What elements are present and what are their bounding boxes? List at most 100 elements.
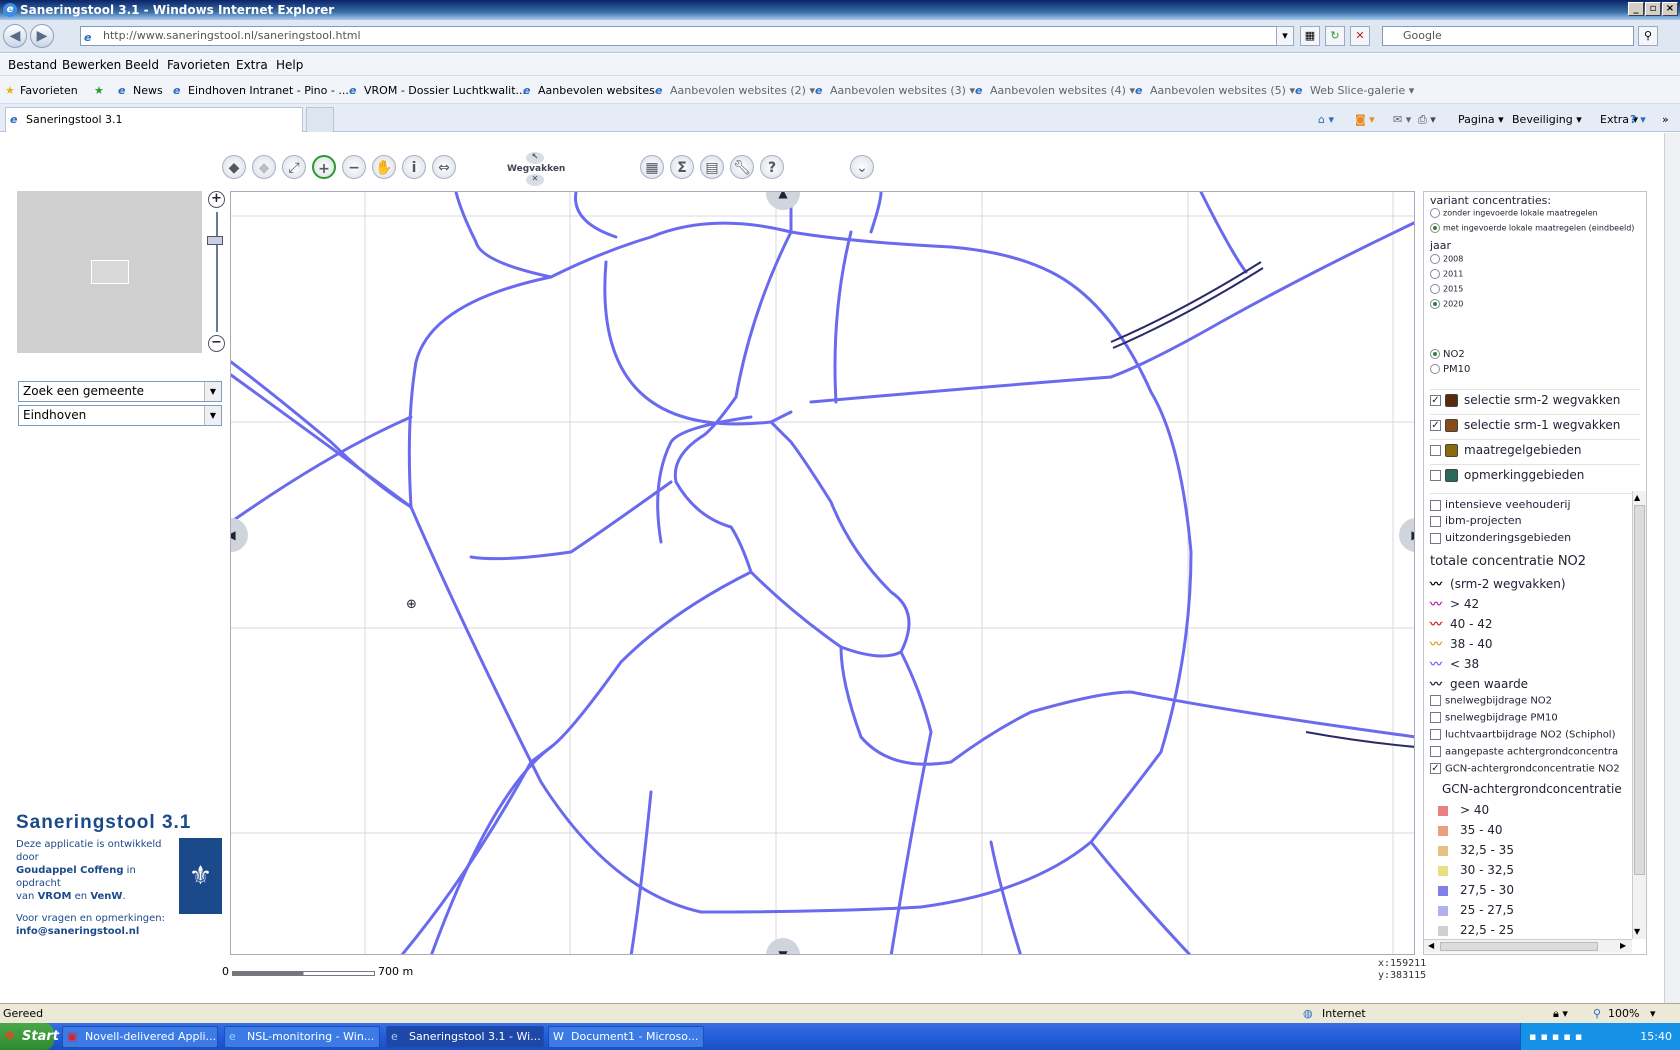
year-2015[interactable]: 2015	[1430, 284, 1463, 294]
fav-item-aanbevolen[interactable]: e Aanbevolen websites	[523, 84, 655, 97]
checkbox-icon[interactable]	[1430, 470, 1441, 481]
zoom-level-icon[interactable]: ⚲	[1593, 1004, 1601, 1023]
task-novell[interactable]: ▣ Novell-delivered Appli...	[62, 1026, 218, 1048]
zoom-minus-button[interactable]: −	[208, 335, 225, 352]
gemeente-select[interactable]: Eindhoven ▼	[18, 405, 222, 426]
table-icon[interactable]: ▦	[640, 155, 664, 179]
checkbox-icon[interactable]	[1430, 712, 1441, 723]
year-2011[interactable]: 2011	[1430, 269, 1463, 279]
fav-item-aanbevolen-2[interactable]: e Aanbevolen websites (2) ▾	[655, 84, 815, 97]
checkbox-checked-icon[interactable]: ✓	[1430, 420, 1441, 431]
fav-item-aanbevolen-5[interactable]: e Aanbevolen websites (5) ▾	[1135, 84, 1295, 97]
menu-beeld[interactable]: Beeld	[125, 58, 159, 72]
radio-selected-icon[interactable]	[1430, 349, 1440, 359]
maximize-button[interactable]: ▫	[1645, 2, 1661, 16]
layer-ibm[interactable]: ibm-projecten	[1430, 514, 1522, 527]
variant-option-zonder[interactable]: zonder ingevoerde lokale maatregelen	[1430, 208, 1598, 218]
minimize-button[interactable]: _	[1628, 2, 1644, 16]
brand-email[interactable]: info@saneringstool.nl	[16, 925, 176, 938]
checkbox-icon[interactable]	[1430, 746, 1441, 757]
page-scrollbar[interactable]	[1664, 133, 1680, 1003]
chevron-down-icon[interactable]: ▼	[204, 406, 221, 425]
layer-snelweg-no2[interactable]: snelwegbijdrage NO2	[1430, 695, 1552, 707]
security-menu[interactable]: Beveiliging ▾	[1512, 113, 1582, 126]
layer-uitzondering[interactable]: uitzonderingsgebieden	[1430, 531, 1571, 544]
menu-help[interactable]: Help	[276, 58, 303, 72]
chevron-down-icon[interactable]: ▼	[204, 382, 221, 401]
stop-icon[interactable]: ✕	[1350, 26, 1370, 46]
task-document[interactable]: W Document1 - Microso...	[548, 1026, 704, 1048]
help-icon[interactable]: ? ▾	[1630, 113, 1646, 126]
menu-bestand[interactable]: Bestand	[8, 58, 57, 72]
address-bar[interactable]: e http://www.saneringstool.nl/saneringst…	[80, 26, 1294, 46]
wrench-icon[interactable]: 🔧︎	[730, 155, 754, 179]
sum-icon[interactable]: Σ	[670, 155, 694, 179]
checkbox-checked-icon[interactable]: ✓	[1430, 763, 1441, 774]
menu-favorieten[interactable]: Favorieten	[167, 58, 230, 72]
collapse-toolbar-icon[interactable]: ⌄	[850, 155, 874, 179]
fav-item-vrom[interactable]: e VROM - Dossier Luchtkwalit...	[349, 84, 526, 97]
search-input[interactable]: Google	[1382, 26, 1634, 46]
checkbox-icon[interactable]	[1430, 695, 1441, 706]
chevron-more-icon[interactable]: »	[1662, 113, 1669, 126]
layer-srm1[interactable]: ✓ selectie srm-1 wegvakken	[1430, 414, 1640, 432]
radio-icon[interactable]	[1430, 364, 1440, 374]
layer-opmerkinggebieden[interactable]: opmerkinggebieden	[1430, 464, 1640, 482]
zoom-slider-thumb[interactable]	[207, 236, 223, 245]
favorites-button[interactable]: ★ Favorieten	[5, 84, 78, 97]
zoom-level[interactable]: 100%	[1608, 1004, 1639, 1023]
fav-item-aanbevolen-3[interactable]: e Aanbevolen websites (3) ▾	[815, 84, 975, 97]
gemeente-search-combo[interactable]: Zoek een gemeente ▼	[18, 381, 222, 402]
menu-bewerken[interactable]: Bewerken	[62, 58, 121, 72]
variant-option-met[interactable]: met ingevoerde lokale maatregelen (eindb…	[1430, 223, 1634, 233]
checkbox-checked-icon[interactable]: ✓	[1430, 395, 1441, 406]
new-tab-button[interactable]	[306, 107, 334, 132]
layer-aangepaste[interactable]: aangepaste achtergrondconcentra	[1430, 746, 1618, 758]
address-dropdown-icon[interactable]: ▾	[1276, 26, 1294, 46]
radio-icon[interactable]	[1430, 284, 1440, 294]
full-extent-icon[interactable]: ⤢	[282, 155, 306, 179]
tray-icons[interactable]: ▪▪▪▪▪	[1529, 1023, 1586, 1050]
task-saneringstool[interactable]: e Saneringstool 3.1 - Wi...	[386, 1026, 544, 1048]
radio-icon[interactable]	[1430, 254, 1440, 264]
pollutant-no2[interactable]: NO2	[1430, 349, 1465, 360]
print-icon[interactable]: ⎙ ▾	[1418, 113, 1436, 127]
radio-icon[interactable]	[1430, 208, 1440, 218]
fav-item-aanbevolen-4[interactable]: e Aanbevolen websites (4) ▾	[975, 84, 1135, 97]
help-question-icon[interactable]: ?	[760, 155, 784, 179]
scroll-down-icon[interactable]: ▼	[1634, 927, 1640, 936]
protected-mode-icon[interactable]: 🔒︎ ▾	[1553, 1004, 1568, 1023]
start-button[interactable]: ❖ Start	[0, 1023, 59, 1050]
compatibility-icon[interactable]: ▦	[1300, 26, 1320, 46]
layer-snelweg-pm10[interactable]: snelwegbijdrage PM10	[1430, 712, 1558, 724]
layer-veehouderij[interactable]: intensieve veehouderij	[1430, 493, 1640, 511]
fav-item-news[interactable]: e News	[118, 84, 163, 97]
checkbox-icon[interactable]	[1430, 445, 1441, 456]
page-menu[interactable]: Pagina ▾	[1458, 113, 1504, 126]
checkbox-icon[interactable]	[1430, 729, 1441, 740]
task-nsl[interactable]: e NSL-monitoring - Win...	[224, 1026, 380, 1048]
radio-selected-icon[interactable]	[1430, 223, 1440, 233]
layer-maatregelgebieden[interactable]: maatregelgebieden	[1430, 439, 1640, 457]
next-extent-icon[interactable]: ◆	[252, 155, 276, 179]
forward-button[interactable]: ▶	[30, 24, 54, 48]
search-icon[interactable]: ⚲	[1638, 26, 1658, 46]
radio-icon[interactable]	[1430, 269, 1440, 279]
radio-selected-icon[interactable]	[1430, 299, 1440, 309]
layer-luchtvaart[interactable]: luchtvaartbijdrage NO2 (Schiphol)	[1430, 729, 1616, 741]
checkbox-icon[interactable]	[1430, 499, 1441, 511]
refresh-icon[interactable]: ↻	[1325, 26, 1345, 46]
scroll-up-icon[interactable]: ▲	[1634, 493, 1640, 502]
zoom-in-icon[interactable]: +	[312, 155, 336, 179]
add-favorite-icon[interactable]: ★	[94, 84, 104, 97]
back-button[interactable]: ◀	[3, 24, 27, 48]
wegvakken-tool[interactable]: ↖ Wegvakken ✕	[507, 152, 565, 190]
home-icon[interactable]: ⌂ ▾	[1318, 113, 1334, 126]
scroll-left-icon[interactable]: ◀	[1428, 941, 1434, 950]
layer-srm2[interactable]: ✓ selectie srm-2 wegvakken	[1430, 389, 1640, 407]
fav-item-intranet[interactable]: e Eindhoven Intranet - Pino - ...	[173, 84, 349, 97]
legend-vertical-scrollbar[interactable]: ▲ ▼	[1632, 491, 1646, 939]
feeds-icon[interactable]: ◙ ▾	[1355, 113, 1375, 126]
info-icon[interactable]: i	[402, 155, 426, 179]
year-2020[interactable]: 2020	[1430, 299, 1463, 309]
